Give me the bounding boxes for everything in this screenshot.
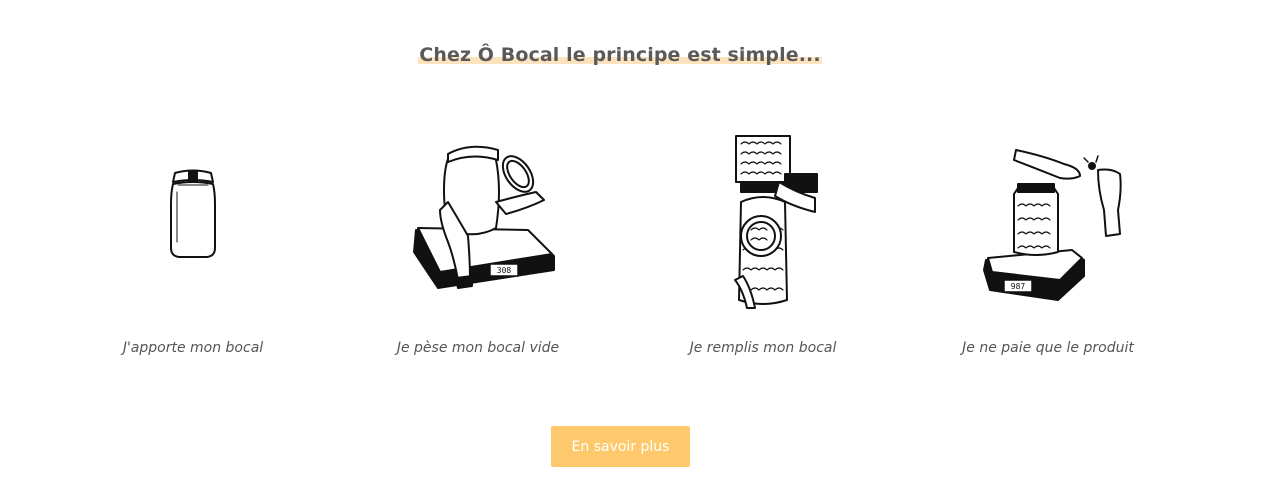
step-bring-jar: J'apporte mon bocal xyxy=(93,130,293,370)
weigh-empty-jar-illustration: 308 xyxy=(413,145,555,289)
section-title: Chez Ô Bocal le principe est simple... xyxy=(418,44,822,66)
pay-product-illustration: 987 xyxy=(983,149,1122,301)
learn-more-button[interactable]: En savoir plus xyxy=(551,426,690,467)
step-label: Je ne paie que le produit xyxy=(962,340,1134,356)
step-weigh-jar: 308 Je pèse mon bocal vide xyxy=(378,130,578,370)
headline-container: Chez Ô Bocal le principe est simple... xyxy=(0,44,1240,66)
scale-display: 308 xyxy=(497,266,512,275)
step-pay-product: 987 Je ne paie que le produit xyxy=(948,130,1148,370)
step-label: Je pèse mon bocal vide xyxy=(396,340,560,356)
step-label: J'apporte mon bocal xyxy=(122,340,264,356)
fill-jar-illustration xyxy=(734,135,818,309)
step-label: Je remplis mon bocal xyxy=(689,340,837,356)
step-fill-jar: Je remplis mon bocal xyxy=(663,130,863,370)
jar-illustration xyxy=(170,169,216,258)
scale-display: 987 xyxy=(1011,282,1026,291)
